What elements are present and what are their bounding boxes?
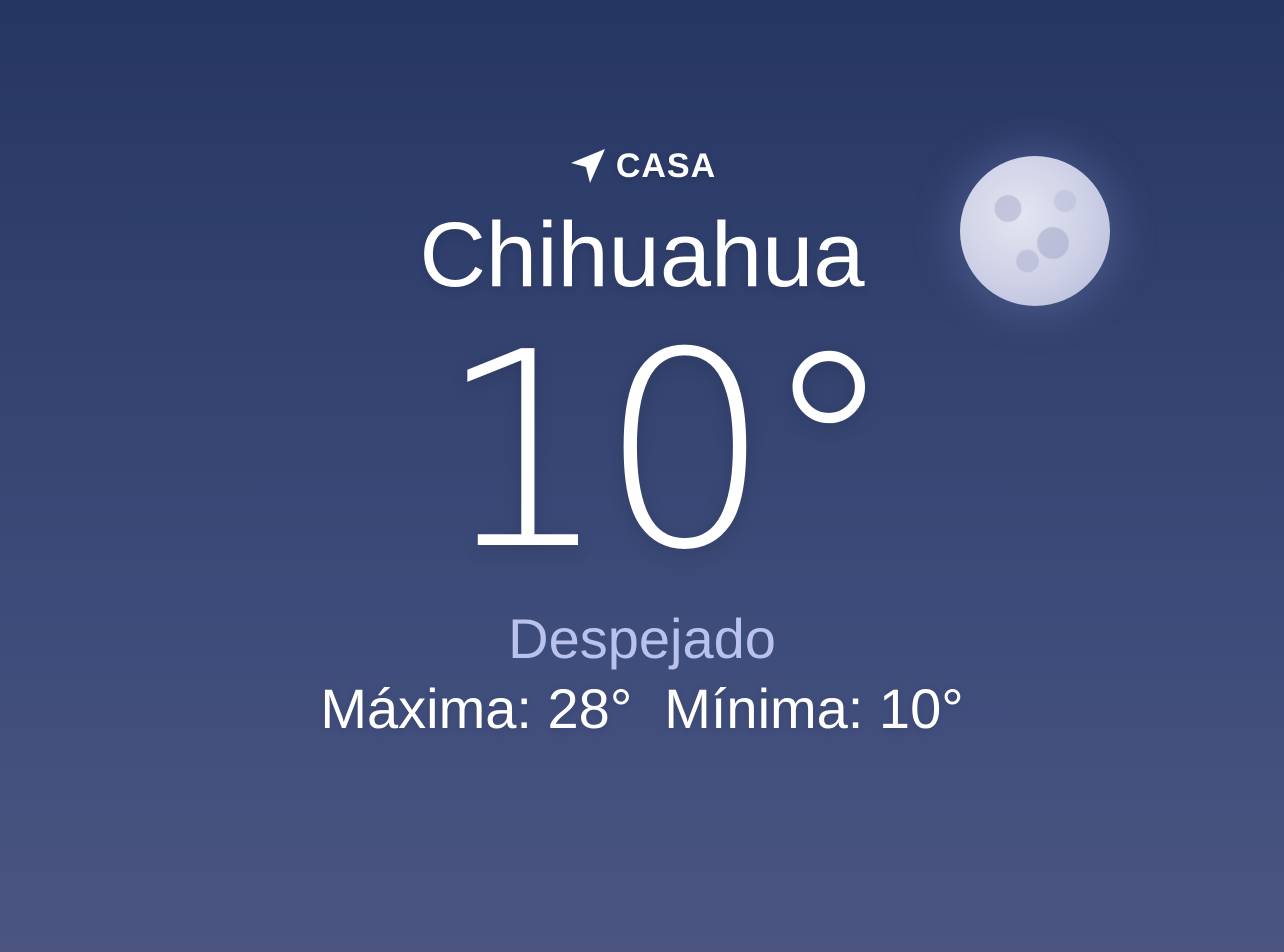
current-temperature: 10° (437, 294, 897, 609)
location-label: CASA (615, 146, 717, 185)
low-temperature: Mínima: 10° (664, 677, 964, 740)
location-header: CASA (0, 146, 1284, 186)
weather-condition: Despejado (508, 607, 776, 670)
high-low-row: Máxima: 28° Mínima: 10° (0, 676, 1284, 742)
high-temperature: Máxima: 28° (320, 677, 633, 740)
location-arrow-icon (568, 146, 608, 186)
